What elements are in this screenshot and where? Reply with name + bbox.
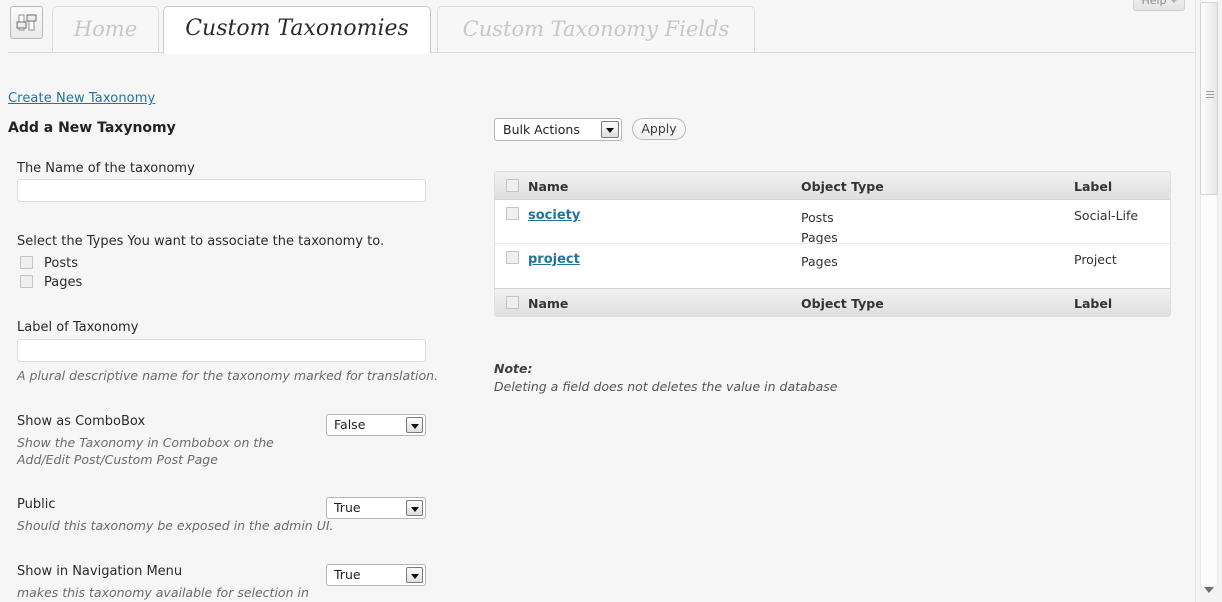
taxonomy-object-type: Posts Pages: [801, 208, 838, 248]
table-header-row: Name Object Type Label: [495, 172, 1170, 200]
object-type-line: Pages: [801, 230, 838, 245]
taxonomy-name-link[interactable]: society: [528, 208, 580, 223]
row-checkbox[interactable]: [506, 251, 519, 264]
show-as-combobox-label: Show as ComboBox: [17, 414, 146, 429]
show-in-navigation-menu-description: makes this taxonomy available for select…: [17, 585, 309, 600]
object-type-line: Pages: [801, 254, 838, 269]
type-checkbox-posts[interactable]: Posts: [20, 255, 78, 273]
checkbox-icon[interactable]: [20, 275, 33, 288]
table-row: society Posts Pages Social-Life: [495, 200, 1170, 245]
app-window: Help Home Custom Taxonomies Custom Taxon…: [0, 0, 1222, 602]
column-footer-label[interactable]: Label: [1074, 296, 1112, 311]
apply-button[interactable]: Apply: [632, 118, 686, 140]
taxonomy-object-type: Pages: [801, 252, 838, 272]
note-title: Note:: [494, 361, 533, 376]
associate-types-label: Select the Types You want to associate t…: [17, 234, 385, 249]
sliders-icon: [10, 6, 43, 39]
type-checkbox-pages[interactable]: Pages: [20, 274, 82, 292]
page-content: Create New Taxonomy Add a New Taxynomy T…: [0, 54, 1195, 602]
public-description: Should this taxonomy be exposed in the a…: [17, 518, 334, 533]
object-type-line: Posts: [801, 210, 834, 225]
column-footer-object-type[interactable]: Object Type: [801, 296, 884, 311]
vertical-scrollbar[interactable]: [1195, 0, 1222, 602]
taxonomy-name-link[interactable]: project: [528, 252, 580, 267]
row-checkbox[interactable]: [506, 207, 519, 220]
scroll-down-arrow-icon[interactable]: [1204, 587, 1214, 593]
taxonomy-name-input[interactable]: [17, 179, 426, 202]
type-checkbox-pages-label: Pages: [44, 275, 83, 290]
public-value: True: [334, 500, 361, 515]
taxonomy-label: Project: [1074, 252, 1117, 267]
taxonomy-label: Social-Life: [1074, 208, 1139, 223]
tab-bar: Home Custom Taxonomies Custom Taxonomy F…: [0, 0, 1195, 54]
select-all-checkbox[interactable]: [506, 179, 519, 192]
column-header-object-type[interactable]: Object Type: [801, 179, 884, 194]
show-as-combobox-select[interactable]: False: [326, 414, 426, 436]
public-label: Public: [17, 497, 56, 512]
show-as-combobox-description: Show the Taxonomy in Combobox on the Add…: [17, 435, 274, 467]
taxonomy-name-label: The Name of the taxonomy: [17, 161, 195, 176]
chevron-down-icon[interactable]: [406, 567, 423, 583]
column-header-label[interactable]: Label: [1074, 179, 1112, 194]
table-footer-row: Name Object Type Label: [495, 288, 1170, 316]
show-in-navigation-menu-label: Show in Navigation Menu: [17, 564, 183, 579]
create-new-taxonomy-link[interactable]: Create New Taxonomy: [8, 91, 155, 106]
checkbox-icon[interactable]: [20, 256, 33, 269]
page-title: Add a New Taxynomy: [8, 120, 176, 136]
scrollbar-grip-icon: [1206, 91, 1214, 100]
taxonomy-label-description: A plural descriptive name for the taxono…: [17, 368, 439, 383]
bulk-actions-select[interactable]: Bulk Actions: [494, 118, 622, 141]
taxonomy-label-label: Label of Taxonomy: [17, 320, 139, 335]
show-as-combobox-value: False: [334, 417, 366, 432]
taxonomies-table: Name Object Type Label society Posts Pag…: [494, 171, 1171, 317]
note-text: Deleting a field does not deletes the va…: [494, 379, 838, 394]
chevron-down-icon[interactable]: [601, 121, 619, 138]
scrollbar-thumb[interactable]: [1200, 2, 1218, 195]
column-footer-name[interactable]: Name: [528, 296, 568, 311]
chevron-down-icon[interactable]: [406, 417, 423, 433]
select-all-checkbox[interactable]: [506, 296, 519, 309]
column-header-name[interactable]: Name: [528, 179, 568, 194]
note-block: Note: Deleting a field does not deletes …: [494, 360, 837, 396]
bulk-actions-value: Bulk Actions: [503, 122, 580, 137]
show-in-navigation-menu-value: True: [334, 567, 361, 582]
tab-custom-taxonomies[interactable]: Custom Taxonomies: [163, 6, 431, 54]
table-row: project Pages Project: [495, 244, 1170, 288]
public-select[interactable]: True: [326, 497, 426, 519]
taxonomy-label-input[interactable]: [17, 339, 426, 362]
type-checkbox-posts-label: Posts: [44, 256, 78, 271]
show-in-navigation-menu-select[interactable]: True: [326, 564, 426, 586]
tab-home[interactable]: Home: [52, 6, 159, 53]
tab-custom-taxonomy-fields[interactable]: Custom Taxonomy Fields: [437, 6, 755, 53]
chevron-down-icon[interactable]: [406, 500, 423, 516]
